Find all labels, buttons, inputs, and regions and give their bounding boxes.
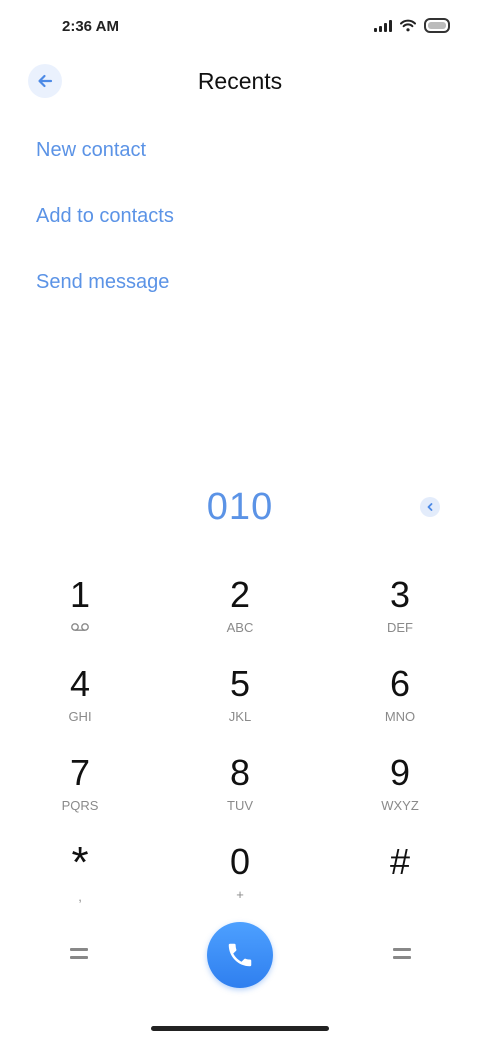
key-0[interactable]: 0 +: [180, 841, 300, 921]
status-time: 2:36 AM: [62, 18, 119, 35]
key-7[interactable]: 7 PQRS: [20, 752, 140, 832]
key-letters: [340, 887, 460, 903]
key-letters: JKL: [228, 709, 252, 724]
key-star[interactable]: * ,: [20, 841, 140, 921]
key-digit: 1: [69, 574, 91, 615]
key-letters: PQRS: [61, 798, 99, 813]
battery-icon: [424, 18, 450, 33]
key-digit: 8: [229, 752, 251, 793]
key-3[interactable]: 3 DEF: [340, 574, 460, 654]
key-digit: 6: [389, 663, 411, 704]
home-indicator[interactable]: [151, 1026, 329, 1031]
voicemail-icon: [20, 620, 140, 636]
key-6[interactable]: 6 MNO: [340, 663, 460, 743]
menu-left-button[interactable]: [70, 948, 88, 960]
key-letters: MNO: [384, 709, 416, 724]
signal-icon: [374, 19, 392, 32]
wifi-icon: [400, 19, 416, 32]
key-hash[interactable]: #: [340, 841, 460, 921]
new-contact-link[interactable]: New contact: [36, 136, 174, 202]
key-digit: *: [71, 838, 89, 887]
key-letters: DEF: [387, 620, 413, 635]
dialer-controls: [0, 922, 480, 992]
menu-right-button[interactable]: [393, 948, 411, 960]
key-letters: ,: [78, 889, 82, 904]
key-9[interactable]: 9 WXYZ: [340, 752, 460, 832]
key-digit: 4: [69, 663, 91, 704]
action-list: New contact Add to contacts Send message: [36, 136, 174, 334]
dialed-number: 010: [206, 486, 274, 528]
key-5[interactable]: 5 JKL: [180, 663, 300, 743]
add-to-contacts-link[interactable]: Add to contacts: [36, 202, 174, 268]
page-title: Recents: [197, 68, 283, 94]
key-digit: 5: [229, 663, 251, 704]
key-letters: GHI: [68, 709, 92, 724]
call-button[interactable]: [207, 922, 273, 988]
header: Recents: [0, 56, 480, 108]
key-digit: 0: [229, 841, 251, 882]
key-2[interactable]: 2 ABC: [180, 574, 300, 654]
key-digit: 9: [389, 752, 411, 793]
key-letters: TUV: [227, 798, 253, 813]
menu-icon: [70, 948, 88, 951]
key-digit: 7: [69, 752, 91, 793]
key-1[interactable]: 1: [20, 574, 140, 654]
key-4[interactable]: 4 GHI: [20, 663, 140, 743]
key-letters: WXYZ: [381, 798, 419, 813]
delete-button[interactable]: [420, 497, 440, 517]
status-bar: 2:36 AM: [0, 0, 480, 56]
key-8[interactable]: 8 TUV: [180, 752, 300, 832]
backspace-icon: [427, 503, 433, 511]
key-digit: 2: [229, 574, 251, 615]
menu-icon: [393, 948, 411, 951]
key-digit: #: [389, 841, 411, 882]
send-message-link[interactable]: Send message: [36, 268, 174, 334]
key-letters: +: [236, 887, 244, 902]
key-letters: ABC: [226, 620, 254, 635]
phone-icon: [228, 943, 252, 967]
key-digit: 3: [389, 574, 411, 615]
status-icons: [374, 18, 450, 33]
